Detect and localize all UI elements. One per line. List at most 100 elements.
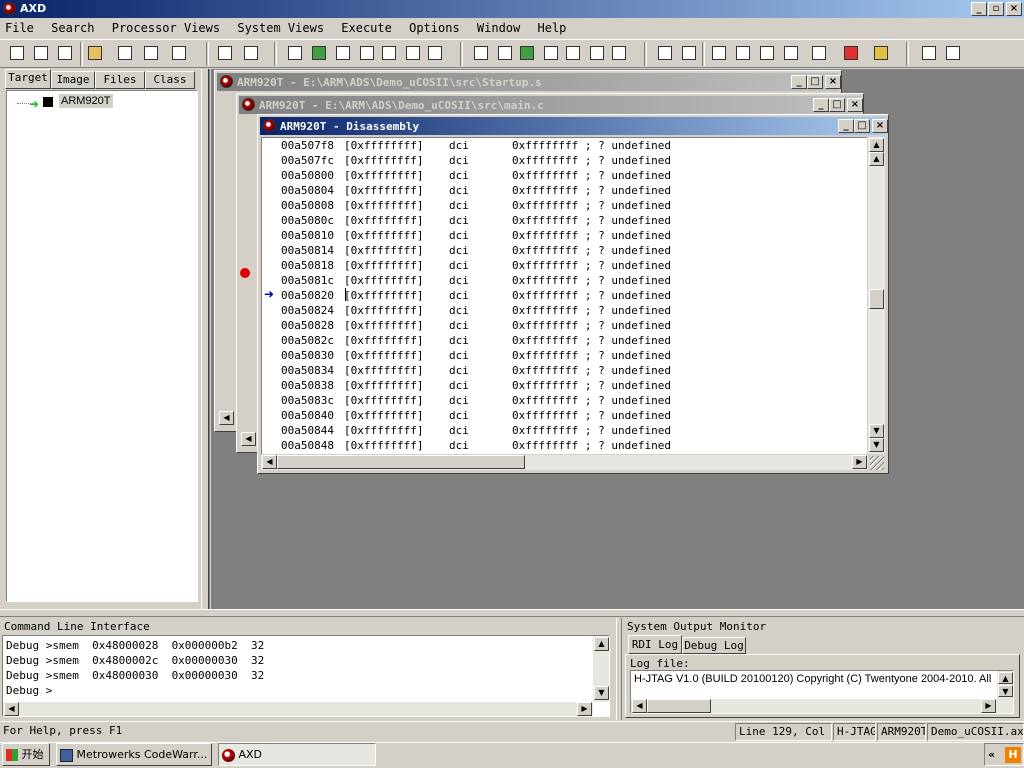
startup-scroll-left-button[interactable]: ◀: [219, 411, 234, 425]
taskbar-item-codewarrior[interactable]: Metrowerks CodeWarr...: [56, 743, 212, 766]
watch-icon[interactable]: [308, 42, 330, 64]
tab-rdi-log[interactable]: RDI Log: [628, 635, 682, 654]
main-maximize-button[interactable]: □: [829, 98, 845, 112]
low-level-symbols-icon[interactable]: [402, 42, 424, 64]
disassembly-scroll-right-button[interactable]: ▶: [852, 455, 867, 469]
cli-scroll-down-button[interactable]: ▼: [594, 686, 609, 700]
log-scroll-up-button[interactable]: ▲: [998, 672, 1013, 684]
tree-node-arm920t[interactable]: ARM920T: [59, 94, 113, 108]
cli-prompt[interactable]: Debug >: [6, 684, 52, 697]
startup-maximize-button[interactable]: □: [807, 75, 823, 89]
memory-view-icon[interactable]: [378, 42, 400, 64]
status-position: Line 129, Col 0: [735, 723, 832, 741]
startup-minimize-button[interactable]: _: [791, 75, 807, 89]
disassembly-minimize-button[interactable]: _: [838, 119, 854, 133]
help-icon[interactable]: [918, 42, 940, 64]
save-icon[interactable]: [114, 42, 136, 64]
tray-expand-icon[interactable]: «: [988, 744, 995, 765]
log-scroll-left-button[interactable]: ◀: [632, 699, 647, 713]
step-in-icon[interactable]: [708, 42, 730, 64]
main-scroll-left-button[interactable]: ◀: [241, 432, 256, 446]
menu-file[interactable]: File: [5, 21, 34, 35]
cli-scroll-up-button[interactable]: ▲: [594, 637, 609, 651]
print-icon[interactable]: [140, 42, 162, 64]
tab-debug-log[interactable]: Debug Log: [682, 637, 746, 654]
disassembly-op: dci: [449, 394, 469, 407]
context-help-icon[interactable]: [942, 42, 964, 64]
hourglass-icon[interactable]: [870, 42, 892, 64]
console-icon[interactable]: [562, 42, 584, 64]
main-minimize-button[interactable]: _: [813, 98, 829, 112]
tab-files[interactable]: Files: [95, 71, 145, 89]
startup-window-titlebar[interactable]: ARM920T - E:\ARM\ADS\Demo_uCOSII\src\Sta…: [217, 73, 841, 91]
menu-window[interactable]: Window: [477, 21, 520, 35]
restore-button[interactable]: ▫: [988, 2, 1004, 16]
menu-help[interactable]: Help: [538, 21, 567, 35]
menu-options[interactable]: Options: [409, 21, 460, 35]
disassembly-scroll-down-button[interactable]: ▼: [869, 424, 884, 438]
main-window-titlebar[interactable]: ARM920T - E:\ARM\ADS\Demo_uCOSII\src\mai…: [239, 96, 863, 114]
source-view-icon[interactable]: [470, 42, 492, 64]
panel-splitter[interactable]: [201, 69, 209, 609]
log-scroll-right-button[interactable]: ▶: [981, 699, 996, 713]
hjtag-tray-icon[interactable]: H: [1005, 747, 1021, 763]
log-file-field[interactable]: H-JTAG V1.0 (BUILD 20100120) Copyright (…: [630, 670, 1014, 714]
tab-image[interactable]: Image: [51, 71, 95, 89]
cli-scroll-left-button[interactable]: ◀: [4, 702, 19, 716]
refresh-icon[interactable]: [54, 42, 76, 64]
disassembly-view-icon[interactable]: [494, 42, 516, 64]
cli-hscroll[interactable]: [3, 702, 593, 716]
taskbar-item-axd[interactable]: AXD: [218, 743, 376, 766]
breakpoints-icon[interactable]: [516, 42, 538, 64]
start-button[interactable]: 开始: [2, 743, 50, 766]
cli-scroll-right-button[interactable]: ▶: [577, 702, 592, 716]
disassembly-maximize-button[interactable]: □: [854, 119, 870, 133]
variables-icon[interactable]: [332, 42, 354, 64]
set-pc-icon[interactable]: [840, 42, 862, 64]
main-close-button[interactable]: ×: [847, 98, 863, 112]
disassembly-close-button[interactable]: ×: [872, 119, 888, 133]
disassembly-scroll-up-button[interactable]: ▲: [869, 152, 884, 166]
reload-icon[interactable]: [30, 42, 52, 64]
load-image-icon[interactable]: [6, 42, 28, 64]
bottom-splitter[interactable]: [0, 609, 1024, 617]
log-scroll-down-button[interactable]: ▼: [998, 685, 1013, 697]
bottom-vsplitter[interactable]: [616, 618, 622, 720]
disassembly-vscroll-thumb[interactable]: [869, 289, 884, 309]
disassembly-page-up-button[interactable]: ▲: [869, 138, 884, 152]
run-to-cursor-icon[interactable]: [780, 42, 802, 64]
startup-close-button[interactable]: ×: [825, 75, 841, 89]
tab-target[interactable]: Target: [5, 69, 51, 89]
registers-icon[interactable]: [284, 42, 306, 64]
menu-processor-views[interactable]: Processor Views: [112, 21, 220, 35]
go-icon[interactable]: [654, 42, 676, 64]
memory-icon[interactable]: [168, 42, 190, 64]
find-next-icon[interactable]: [240, 42, 262, 64]
close-button[interactable]: ×: [1006, 2, 1022, 16]
disassembly-page-down-button[interactable]: ▼: [869, 438, 884, 452]
backtrace-icon[interactable]: [356, 42, 378, 64]
disassembly-window-titlebar[interactable]: ARM920T - Disassembly _ □ ×: [260, 117, 888, 135]
toggle-breakpoint-icon[interactable]: [808, 42, 830, 64]
open-folder-icon[interactable]: [84, 42, 106, 64]
axd-app-icon[interactable]: [3, 2, 16, 15]
minimize-button[interactable]: _: [971, 2, 987, 16]
stop-icon[interactable]: [678, 42, 700, 64]
disassembly-hscroll-thumb[interactable]: [277, 455, 525, 469]
disassembly-scroll-left-button[interactable]: ◀: [262, 455, 277, 469]
cli-output[interactable]: Debug >smem 0x48000028 0x000000b2 32 Deb…: [2, 635, 610, 717]
log-hscroll-thumb[interactable]: [647, 699, 711, 713]
breakpoint-icon[interactable]: [240, 268, 250, 278]
tab-class[interactable]: Class: [145, 71, 195, 89]
debugger-internals-icon[interactable]: [424, 42, 446, 64]
menu-search[interactable]: Search: [51, 21, 94, 35]
find-icon[interactable]: [214, 42, 236, 64]
output-icon[interactable]: [586, 42, 608, 64]
step-icon[interactable]: [732, 42, 754, 64]
watchpoints-icon[interactable]: [540, 42, 562, 64]
step-out-icon[interactable]: [756, 42, 778, 64]
menu-system-views[interactable]: System Views: [237, 21, 324, 35]
cli-icon[interactable]: [608, 42, 630, 64]
resize-grip-icon[interactable]: [870, 456, 884, 470]
menu-execute[interactable]: Execute: [341, 21, 392, 35]
